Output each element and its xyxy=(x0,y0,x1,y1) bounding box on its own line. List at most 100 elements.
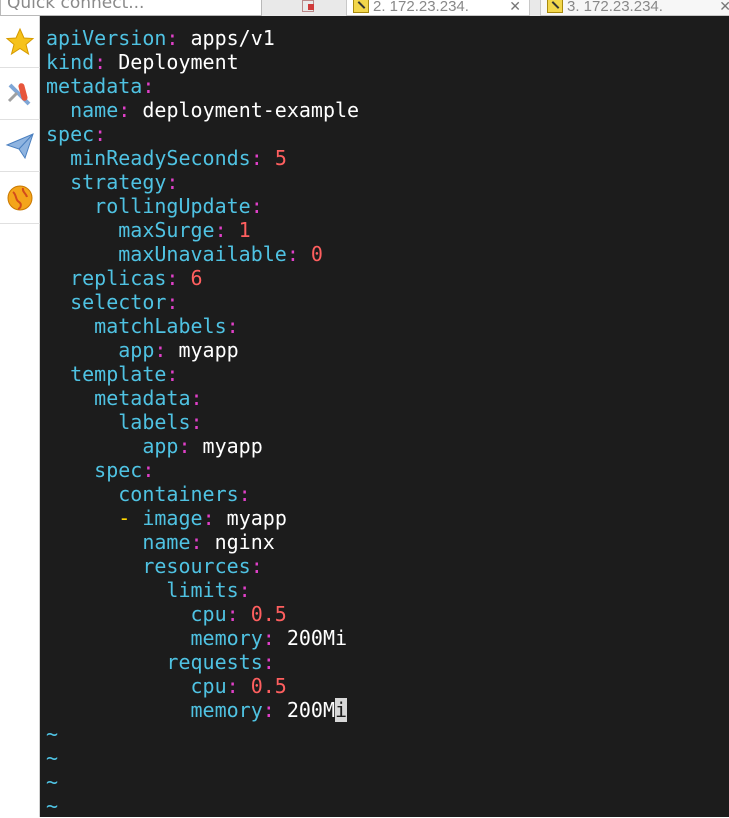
code-line: apiVersion: apps/v1 xyxy=(46,26,359,50)
yaml-value: deployment-example xyxy=(142,98,360,122)
code-line: - image: myapp xyxy=(46,506,359,530)
yaml-key: strategy xyxy=(70,170,167,194)
yaml-key: limits xyxy=(166,578,239,602)
yaml-colon: : xyxy=(226,314,239,338)
top-toolbar: Quick connect... 2. 172.23.234. ✕ 3. 172… xyxy=(0,0,729,16)
settings-tools-icon xyxy=(7,82,31,105)
tab-label: 3. 172.23.234. xyxy=(567,0,663,15)
code-line: strategy: xyxy=(46,170,359,194)
code-line: cpu: 0.5 xyxy=(46,602,359,626)
tools-button[interactable] xyxy=(0,68,40,120)
yaml-colon: : xyxy=(142,458,155,482)
close-icon[interactable]: ✕ xyxy=(719,0,729,14)
yaml-colon: : xyxy=(166,266,179,290)
yaml-colon: : xyxy=(166,290,179,314)
yaml-colon: : xyxy=(226,602,239,626)
yaml-value: apps/v1 xyxy=(190,26,275,50)
yaml-colon: : xyxy=(154,338,167,362)
code-line: kind: Deployment xyxy=(46,50,359,74)
quick-connect-input[interactable]: Quick connect... xyxy=(0,0,262,16)
yaml-key: app xyxy=(118,338,155,362)
yaml-key: metadata xyxy=(94,386,191,410)
yaml-key: rollingUpdate xyxy=(94,194,251,218)
code-line: memory: 200Mi xyxy=(46,626,359,650)
yaml-colon: : xyxy=(262,650,275,674)
yaml-colon: : xyxy=(178,434,191,458)
yaml-key: spec xyxy=(94,458,143,482)
code-line: selector: xyxy=(46,290,359,314)
yaml-value: 0.5 xyxy=(250,674,287,698)
web-button[interactable] xyxy=(0,172,40,224)
yaml-colon: : xyxy=(190,386,203,410)
code-line: spec: xyxy=(46,458,359,482)
yaml-key: name xyxy=(142,530,191,554)
code-line: minReadySeconds: 5 xyxy=(46,146,359,170)
tab-session-2[interactable]: 2. 172.23.234. ✕ xyxy=(346,0,530,16)
terminal-pane[interactable]: apiVersion: apps/v1 kind: Deployment metad… xyxy=(40,16,729,818)
yaml-value: 6 xyxy=(190,266,203,290)
yaml-value: myapp xyxy=(226,506,287,530)
paper-plane-icon xyxy=(5,132,34,159)
new-tab-button[interactable] xyxy=(300,0,320,14)
yaml-key: image xyxy=(142,506,203,530)
close-icon[interactable]: ✕ xyxy=(509,0,521,14)
yaml-colon: : xyxy=(166,170,179,194)
vim-editor[interactable]: apiVersion: apps/v1 kind: Deployment metad… xyxy=(46,26,359,818)
code-line: resources: xyxy=(46,554,359,578)
yaml-key: minReadySeconds xyxy=(70,146,251,170)
code-line: spec: xyxy=(46,122,359,146)
yaml-key: metadata xyxy=(46,74,143,98)
yaml-colon: : xyxy=(118,98,131,122)
yaml-key: memory xyxy=(190,626,263,650)
yaml-colon: : xyxy=(202,506,215,530)
yaml-value: 200Mi xyxy=(286,626,348,650)
code-line: name: deployment-example xyxy=(46,98,359,122)
tab-label: 2. 172.23.234. xyxy=(373,0,469,15)
yaml-colon: : xyxy=(250,146,263,170)
new-tab-icon xyxy=(302,0,314,12)
code-line: memory: 200Mi xyxy=(46,698,359,722)
yaml-key: replicas xyxy=(70,266,167,290)
code-line: app: myapp xyxy=(46,434,359,458)
code-line: app: myapp xyxy=(46,338,359,362)
transfer-button[interactable] xyxy=(0,120,40,172)
empty-line-tilde: ~ xyxy=(46,746,59,770)
list-dash: - xyxy=(118,506,143,530)
code-line: rollingUpdate: xyxy=(46,194,359,218)
yaml-colon: : xyxy=(214,218,227,242)
code-line: maxUnavailable: 0 xyxy=(46,242,359,266)
code-line: requests: xyxy=(46,650,359,674)
yaml-colon: : xyxy=(94,50,107,74)
yaml-value: myapp xyxy=(178,338,239,362)
yaml-value: Deployment xyxy=(118,50,239,74)
yaml-key: maxUnavailable xyxy=(118,242,287,266)
yaml-key: name xyxy=(70,98,119,122)
globe-icon xyxy=(7,185,33,210)
yaml-colon: : xyxy=(166,26,179,50)
yaml-key: template xyxy=(70,362,167,386)
tab-session-3[interactable]: 3. 172.23.234. ✕ xyxy=(540,0,729,16)
favorites-button[interactable] xyxy=(0,16,40,68)
yaml-key: requests xyxy=(166,650,263,674)
yaml-key: matchLabels xyxy=(94,314,227,338)
yaml-colon: : xyxy=(250,194,263,218)
yaml-value: myapp xyxy=(202,434,263,458)
yaml-value: 1 xyxy=(238,218,251,242)
code-line: metadata: xyxy=(46,74,359,98)
yaml-value: 200Mi xyxy=(286,698,348,722)
yaml-key: memory xyxy=(190,698,263,722)
yaml-colon: : xyxy=(166,362,179,386)
yaml-key: containers xyxy=(118,482,239,506)
yaml-key: apiVersion xyxy=(46,26,167,50)
code-line: containers: xyxy=(46,482,359,506)
code-line: template: xyxy=(46,362,359,386)
yaml-colon: : xyxy=(142,74,155,98)
yaml-key: maxSurge xyxy=(118,218,215,242)
yaml-key: cpu xyxy=(190,674,227,698)
empty-line-tilde: ~ xyxy=(46,770,59,794)
yaml-colon: : xyxy=(238,482,251,506)
left-toolbar xyxy=(0,16,40,817)
code-line: limits: xyxy=(46,578,359,602)
yaml-key: kind xyxy=(46,50,95,74)
text-cursor: i xyxy=(335,698,348,722)
